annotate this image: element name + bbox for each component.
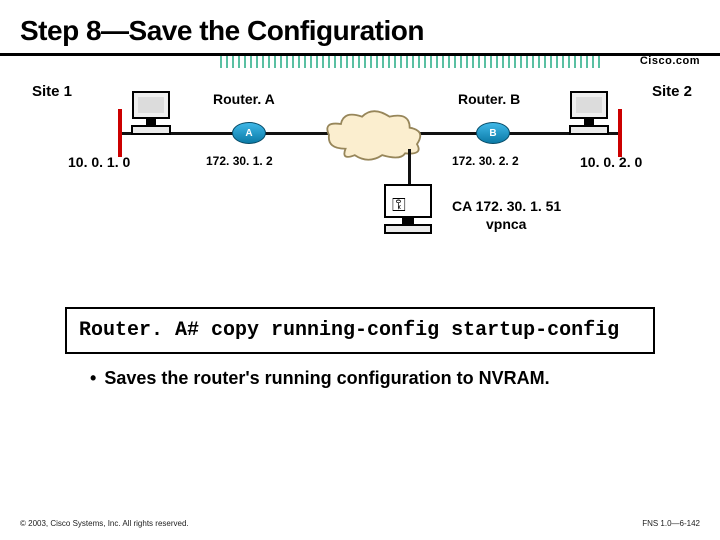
router-a-ip: 172. 30. 1. 2	[206, 154, 273, 168]
key-icon: ⚿	[392, 195, 406, 216]
site2-net: 10. 0. 2. 0	[580, 154, 642, 170]
pc-site2-icon	[566, 91, 612, 137]
site1-link	[118, 109, 122, 157]
command-box: Router. A# copy running-config startup-c…	[65, 307, 655, 354]
internet-cloud-icon	[318, 107, 428, 163]
router-a-label: Router. A	[213, 91, 275, 107]
router-b-icon: B	[476, 122, 510, 144]
site1-label: Site 1	[32, 83, 72, 100]
page-title: Step 8—Save the Configuration	[20, 15, 700, 47]
title-rule: Cisco.com	[20, 53, 700, 73]
router-b-ip: 172. 30. 2. 2	[452, 154, 519, 168]
ca-server-icon: ⚿	[380, 184, 436, 236]
router-b-label: Router. B	[458, 91, 520, 107]
bullet-dot: •	[90, 368, 96, 388]
site2-link	[618, 109, 622, 157]
slide-number: FNS 1.0—6-142	[642, 519, 700, 528]
site2-label: Site 2	[652, 83, 692, 100]
command-prompt: Router. A#	[79, 319, 211, 342]
bullet-text: Saves the router's running configuration…	[104, 368, 549, 388]
ca-name: vpnca	[452, 215, 561, 233]
router-a-letter: A	[245, 128, 252, 139]
pc-site1-icon	[128, 91, 174, 137]
router-b-letter: B	[489, 128, 496, 139]
bullet-line: • Saves the router's running configuratio…	[90, 368, 700, 389]
brand-label: Cisco.com	[640, 55, 700, 67]
router-a-icon: A	[232, 122, 266, 144]
command-text: copy running-config startup-config	[211, 319, 619, 342]
network-diagram: Site 1 Site 2 Router. A Router. B Intern…	[20, 79, 700, 279]
ca-link	[408, 149, 411, 189]
ca-ip: CA 172. 30. 1. 51	[452, 197, 561, 215]
copyright: © 2003, Cisco Systems, Inc. All rights r…	[20, 519, 189, 528]
